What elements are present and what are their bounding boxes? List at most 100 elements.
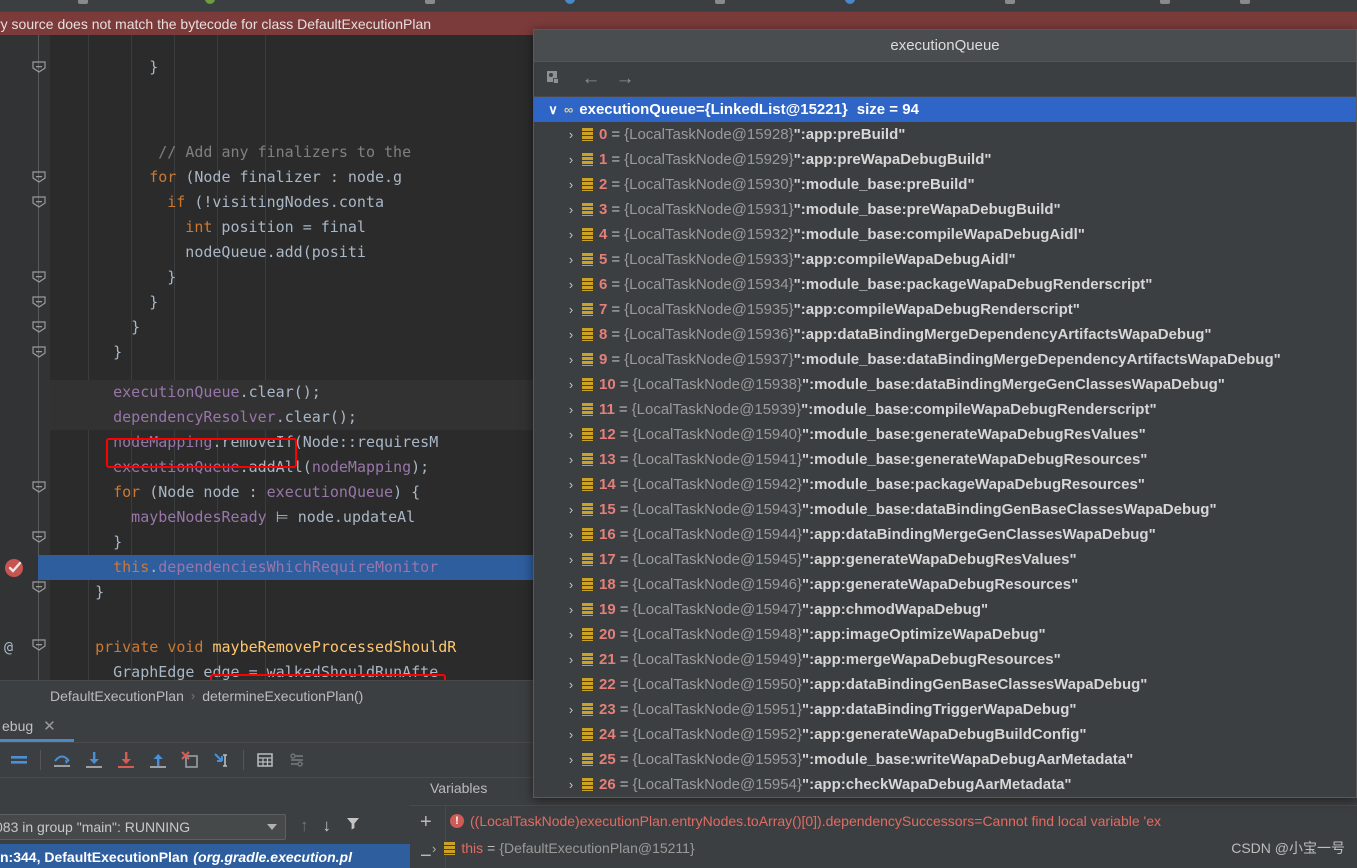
- chevron-right-icon[interactable]: ›: [560, 127, 582, 142]
- close-icon[interactable]: ✕: [43, 717, 56, 735]
- chevron-right-icon[interactable]: ›: [560, 227, 582, 242]
- toolbar-icon[interactable]: [78, 0, 88, 4]
- chevron-right-icon[interactable]: ›: [560, 327, 582, 342]
- force-step-into-icon[interactable]: [113, 747, 139, 773]
- toolbar-icon[interactable]: [1240, 0, 1250, 4]
- chevron-right-icon[interactable]: ›: [560, 152, 582, 167]
- tree-item-row[interactable]: › 3 = {LocalTaskNode@15931} ":module_base:p…: [534, 197, 1356, 222]
- tree-item-row[interactable]: › 16 = {LocalTaskNode@15944} ":app:dataBind…: [534, 522, 1356, 547]
- fold-marker-icon[interactable]: [32, 346, 46, 358]
- annotation-gutter-icon[interactable]: @: [4, 635, 13, 660]
- toolbar-icon[interactable]: [1160, 0, 1170, 4]
- fold-marker-icon[interactable]: [32, 271, 46, 283]
- step-into-icon[interactable]: [81, 747, 107, 773]
- tree-item-row[interactable]: › 18 = {LocalTaskNode@15946} ":app:generate…: [534, 572, 1356, 597]
- fold-marker-icon[interactable]: [32, 481, 46, 493]
- fold-marker-icon[interactable]: [32, 196, 46, 208]
- tree-item-row[interactable]: › 25 = {LocalTaskNode@15953} ":module_base:…: [534, 747, 1356, 772]
- watch-row-error[interactable]: ! ((LocalTaskNode)executionPlan.entryNod…: [450, 808, 1161, 834]
- tree-root-row[interactable]: ∨ ∞ executionQueue = {LinkedList@15221} …: [534, 97, 1356, 122]
- chevron-right-icon[interactable]: ›: [560, 602, 582, 617]
- run-to-cursor-icon[interactable]: [209, 747, 235, 773]
- forward-button[interactable]: →: [608, 67, 642, 91]
- tree-items[interactable]: › 0 = {LocalTaskNode@15928} ":app:preBuild"…: [534, 122, 1356, 797]
- chevron-right-icon[interactable]: ›: [560, 427, 582, 442]
- variables-body[interactable]: + − ! ((LocalTaskNode)executionPlan.entr…: [410, 805, 1357, 868]
- fold-marker-icon[interactable]: [32, 321, 46, 333]
- inspect-popup[interactable]: executionQueue ← → ∨ ∞ executionQueue = …: [533, 29, 1357, 798]
- tree-item-row[interactable]: › 2 = {LocalTaskNode@15930} ":module_base:p…: [534, 172, 1356, 197]
- chevron-right-icon[interactable]: ›: [560, 727, 582, 742]
- chevron-down-icon[interactable]: ∨: [542, 102, 564, 118]
- chevron-right-icon[interactable]: ›: [560, 302, 582, 317]
- fold-marker-icon[interactable]: [32, 531, 46, 543]
- thread-dropdown[interactable]: 083 in group "main": RUNNING: [0, 814, 286, 840]
- filter-icon[interactable]: [345, 815, 361, 836]
- tree-item-row[interactable]: › 13 = {LocalTaskNode@15941} ":module_base:…: [534, 447, 1356, 472]
- fold-marker-icon[interactable]: [32, 296, 46, 308]
- up-arrow-icon[interactable]: ↑: [300, 816, 309, 836]
- tree-item-row[interactable]: › 21 = {LocalTaskNode@15949} ":app:mergeWap…: [534, 647, 1356, 672]
- tree-item-row[interactable]: › 8 = {LocalTaskNode@15936} ":app:dataBindi…: [534, 322, 1356, 347]
- chevron-right-icon[interactable]: ›: [432, 841, 436, 856]
- debug-toolbar[interactable]: [0, 742, 540, 777]
- evaluate-expression-icon[interactable]: [252, 747, 278, 773]
- fold-marker-icon[interactable]: [32, 61, 46, 73]
- copy-value-icon[interactable]: [544, 67, 574, 91]
- breakpoint-icon[interactable]: [4, 556, 26, 578]
- breadcrumb-method[interactable]: determineExecutionPlan(): [202, 688, 363, 704]
- drop-frame-icon[interactable]: [177, 747, 203, 773]
- tab-debug[interactable]: ebug ✕: [0, 710, 66, 742]
- tree-item-row[interactable]: › 12 = {LocalTaskNode@15940} ":module_base:…: [534, 422, 1356, 447]
- chevron-right-icon[interactable]: ›: [560, 627, 582, 642]
- chevron-right-icon[interactable]: ›: [560, 752, 582, 767]
- chevron-right-icon[interactable]: ›: [560, 677, 582, 692]
- breadcrumb-class[interactable]: DefaultExecutionPlan: [50, 688, 184, 704]
- chevron-down-icon[interactable]: [267, 824, 277, 830]
- tree-item-row[interactable]: › 6 = {LocalTaskNode@15934} ":module_base:p…: [534, 272, 1356, 297]
- toolbar-icon[interactable]: [715, 0, 725, 4]
- stack-frame-row[interactable]: n:344, DefaultExecutionPlan (org.gradle.…: [0, 844, 410, 868]
- breadcrumb[interactable]: DefaultExecutionPlan › determineExecutio…: [0, 680, 540, 710]
- chevron-right-icon[interactable]: ›: [560, 652, 582, 667]
- chevron-right-icon[interactable]: ›: [560, 477, 582, 492]
- value-tree[interactable]: ∨ ∞ executionQueue = {LinkedList@15221} …: [534, 97, 1356, 797]
- add-watch-button[interactable]: +: [420, 812, 432, 832]
- run-icon[interactable]: [205, 0, 215, 4]
- chevron-right-icon[interactable]: ›: [560, 202, 582, 217]
- tree-item-row[interactable]: › 9 = {LocalTaskNode@15937} ":module_base:d…: [534, 347, 1356, 372]
- code-text[interactable]: } // Add any finalizers to the for (Node f…: [50, 35, 540, 680]
- toolbar-icon[interactable]: [425, 0, 435, 4]
- step-over-icon[interactable]: [49, 747, 75, 773]
- tree-item-row[interactable]: › 14 = {LocalTaskNode@15942} ":module_base:…: [534, 472, 1356, 497]
- down-arrow-icon[interactable]: ↓: [323, 816, 332, 836]
- tree-item-row[interactable]: › 26 = {LocalTaskNode@15954} ":app:checkWap…: [534, 772, 1356, 797]
- tree-item-row[interactable]: › 5 = {LocalTaskNode@15933} ":app:compileWa…: [534, 247, 1356, 272]
- tree-item-row[interactable]: › 17 = {LocalTaskNode@15945} ":app:generate…: [534, 547, 1356, 572]
- chevron-right-icon[interactable]: ›: [560, 502, 582, 517]
- tree-item-row[interactable]: › 20 = {LocalTaskNode@15948} ":app:imageOpt…: [534, 622, 1356, 647]
- chevron-right-icon[interactable]: ›: [560, 352, 582, 367]
- chevron-right-icon[interactable]: ›: [560, 252, 582, 267]
- debug-icon[interactable]: [845, 0, 855, 4]
- chevron-right-icon[interactable]: ›: [560, 552, 582, 567]
- chevron-right-icon[interactable]: ›: [560, 377, 582, 392]
- variable-row-this[interactable]: › this = {DefaultExecutionPlan@15211}: [432, 835, 695, 861]
- chevron-right-icon[interactable]: ›: [560, 527, 582, 542]
- fold-marker-icon[interactable]: [32, 171, 46, 183]
- code-editor[interactable]: @ } // Add any finalizers to the for (Node…: [0, 35, 540, 680]
- tree-item-row[interactable]: › 10 = {LocalTaskNode@15938} ":module_base:…: [534, 372, 1356, 397]
- tree-item-row[interactable]: › 1 = {LocalTaskNode@15929} ":app:preWapaDe…: [534, 147, 1356, 172]
- debug-icon[interactable]: [565, 0, 575, 4]
- mute-breakpoints-icon[interactable]: [284, 747, 310, 773]
- tree-item-row[interactable]: › 11 = {LocalTaskNode@15939} ":module_base:…: [534, 397, 1356, 422]
- chevron-right-icon[interactable]: ›: [560, 702, 582, 717]
- tree-item-row[interactable]: › 24 = {LocalTaskNode@15952} ":app:generate…: [534, 722, 1356, 747]
- tree-item-row[interactable]: › 7 = {LocalTaskNode@15935} ":app:compileWa…: [534, 297, 1356, 322]
- chevron-right-icon[interactable]: ›: [560, 177, 582, 192]
- tree-item-row[interactable]: › 0 = {LocalTaskNode@15928} ":app:preBuild": [534, 122, 1356, 147]
- chevron-right-icon[interactable]: ›: [560, 777, 582, 792]
- show-execution-point-icon[interactable]: [6, 747, 32, 773]
- step-out-icon[interactable]: [145, 747, 171, 773]
- remove-watch-button[interactable]: −: [420, 846, 432, 866]
